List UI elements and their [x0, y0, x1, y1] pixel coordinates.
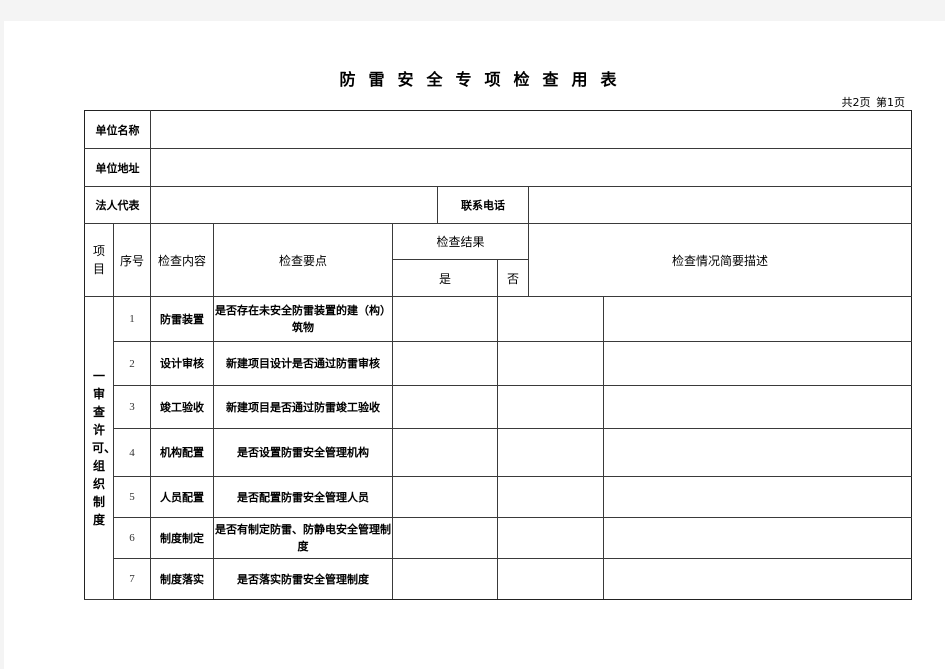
row-seq: 3	[113, 385, 151, 429]
header-description: 检查情况简要描述	[527, 223, 913, 297]
unit-address-label: 单位地址	[84, 148, 151, 187]
inspection-form-table: 单位名称 单位地址 法人代表 联系电话 项目 序号 检查内容 检查要点 检查结果…	[84, 110, 913, 600]
row-seq: 2	[113, 341, 151, 386]
row-seq: 5	[113, 476, 151, 518]
row-result-no[interactable]	[497, 558, 604, 600]
row-description[interactable]	[602, 341, 913, 386]
row-result-yes[interactable]	[392, 296, 498, 342]
row-seq: 4	[113, 428, 151, 477]
unit-name-field[interactable]	[149, 110, 913, 149]
header-category: 项目	[84, 223, 114, 297]
table-row: 5 人员配置 是否配置防雷安全管理人员	[85, 476, 913, 518]
table-row: 一审查许可、组织制度 1 防雷装置 是否存在未安全防雷装置的建（构）筑物	[84, 296, 913, 600]
row-content: 人员配置	[150, 476, 214, 518]
row-seq: 1	[113, 296, 151, 342]
unit-address-field[interactable]	[149, 148, 913, 187]
row-result-no[interactable]	[497, 385, 604, 429]
header-category-text: 项目	[92, 244, 105, 276]
row-seq: 7	[113, 558, 151, 600]
phone-field[interactable]	[527, 186, 913, 224]
header-content: 检查内容	[150, 223, 214, 297]
row-key-point: 是否设置防雷安全管理机构	[213, 428, 393, 477]
row-result-yes[interactable]	[392, 385, 498, 429]
header-key-points: 检查要点	[213, 223, 393, 297]
row-result-no[interactable]	[497, 517, 604, 559]
row-result-no[interactable]	[497, 476, 604, 518]
unit-name-label: 单位名称	[84, 110, 151, 149]
legal-rep-label: 法人代表	[84, 186, 151, 224]
table-row: 7 制度落实 是否落实防雷安全管理制度	[85, 558, 913, 600]
table-row: 4 机构配置 是否设置防雷安全管理机构	[85, 428, 913, 477]
row-content: 制度落实	[150, 558, 214, 600]
current-page: 第1页	[876, 96, 905, 109]
row-result-no[interactable]	[497, 296, 604, 342]
row-content: 机构配置	[150, 428, 214, 477]
row-key-point: 是否落实防雷安全管理制度	[213, 558, 393, 600]
row-description[interactable]	[602, 476, 913, 518]
row-description[interactable]	[602, 296, 913, 342]
header-seq: 序号	[113, 223, 151, 297]
row-key-point: 是否配置防雷安全管理人员	[213, 476, 393, 518]
legal-rep-field[interactable]	[150, 186, 438, 224]
table-row: 6 制度制定 是否有制定防雷、防静电安全管理制度	[85, 517, 913, 559]
category-label: 一审查许可、组织制度	[92, 369, 113, 527]
row-content: 制度制定	[150, 517, 214, 559]
legal-rep-row: 法人代表 联系电话	[84, 186, 913, 224]
row-description[interactable]	[602, 385, 913, 429]
table-row: 2 设计审核 新建项目设计是否通过防雷审核	[85, 341, 913, 386]
row-description[interactable]	[602, 558, 913, 600]
row-result-no[interactable]	[497, 428, 604, 477]
row-content: 竣工验收	[150, 385, 214, 429]
row-result-yes[interactable]	[392, 341, 498, 386]
row-key-point: 是否有制定防雷、防静电安全管理制度	[213, 517, 393, 559]
row-key-point: 新建项目是否通过防雷竣工验收	[213, 385, 393, 429]
unit-name-row: 单位名称	[84, 110, 913, 149]
row-result-yes[interactable]	[392, 428, 498, 477]
row-content: 设计审核	[150, 341, 214, 386]
document-title: 防雷安全专项检查用表	[339, 70, 630, 89]
page-counter: 共2页 第1页	[840, 94, 906, 110]
header-result-no: 否	[497, 259, 529, 297]
category-cell: 一审查许可、组织制度	[84, 296, 114, 600]
row-result-yes[interactable]	[392, 517, 498, 559]
header-result-yes: 是	[392, 259, 498, 297]
row-seq: 6	[113, 517, 151, 559]
row-description[interactable]	[602, 428, 913, 477]
phone-label: 联系电话	[437, 186, 529, 224]
table-row: 3 竣工验收 新建项目是否通过防雷竣工验收	[85, 385, 913, 429]
row-content: 防雷装置	[150, 296, 214, 342]
row-description[interactable]	[602, 517, 913, 559]
row-key-point: 新建项目设计是否通过防雷审核	[213, 341, 393, 386]
row-result-no[interactable]	[497, 341, 604, 386]
row-result-yes[interactable]	[392, 476, 498, 518]
unit-address-row: 单位地址	[84, 148, 913, 187]
row-key-point: 是否存在未安全防雷装置的建（构）筑物	[213, 296, 393, 342]
total-pages: 共2页	[841, 96, 871, 109]
header-row: 项目 序号 检查内容 检查要点 检查结果 检查情况简要描述	[84, 223, 913, 297]
row-result-yes[interactable]	[392, 558, 498, 600]
header-result: 检查结果	[392, 223, 529, 260]
